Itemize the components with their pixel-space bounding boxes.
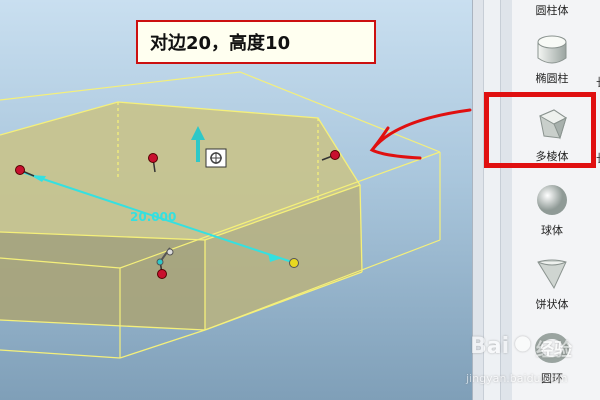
clipped-column-label: 长 [596, 150, 600, 166]
palette-item-label: 饼状体 [535, 298, 569, 311]
palette-item-label: 椭圆柱 [535, 72, 569, 85]
highlight-box [484, 92, 596, 168]
handle-dimension-end [289, 258, 299, 268]
prism-front-left-face[interactable] [0, 232, 205, 330]
move-cursor-icon [205, 148, 227, 168]
watermark-url: jingyan.baidu.com [466, 372, 568, 385]
paw-icon: ● [514, 330, 532, 354]
handle-left [15, 165, 25, 175]
sphere-icon [537, 185, 567, 215]
3d-viewport[interactable]: 20.000 对边20，高度10 [0, 0, 472, 400]
watermark-brand: Bai [470, 334, 510, 359]
watermark-brand-suffix: 经验 [536, 340, 572, 361]
palette-item-sphere[interactable]: 球体 [512, 182, 592, 252]
handle-right [330, 150, 340, 160]
clipped-column-label: 长 [596, 74, 600, 90]
annotation-text: 对边20，高度10 [150, 33, 291, 54]
baidu-watermark: Bai ● 经验 jingyan.baidu.com [462, 330, 598, 396]
handle-top [148, 153, 158, 163]
handle-bottom [157, 269, 167, 279]
palette-item-label: 球体 [541, 224, 563, 237]
palette-item-label: 圆柱体 [535, 4, 569, 17]
annotation-callout: 对边20，高度10 [136, 20, 376, 64]
dimension-label[interactable]: 20.000 [130, 210, 176, 224]
pie-icon [537, 259, 567, 290]
elliptic-cylinder-icon [537, 35, 567, 64]
palette-item-elliptic-cylinder[interactable]: 椭圆柱 [512, 30, 592, 100]
palette-item-pie[interactable]: 饼状体 [512, 256, 592, 326]
hand-drawn-annotation-stroke [369, 108, 472, 160]
